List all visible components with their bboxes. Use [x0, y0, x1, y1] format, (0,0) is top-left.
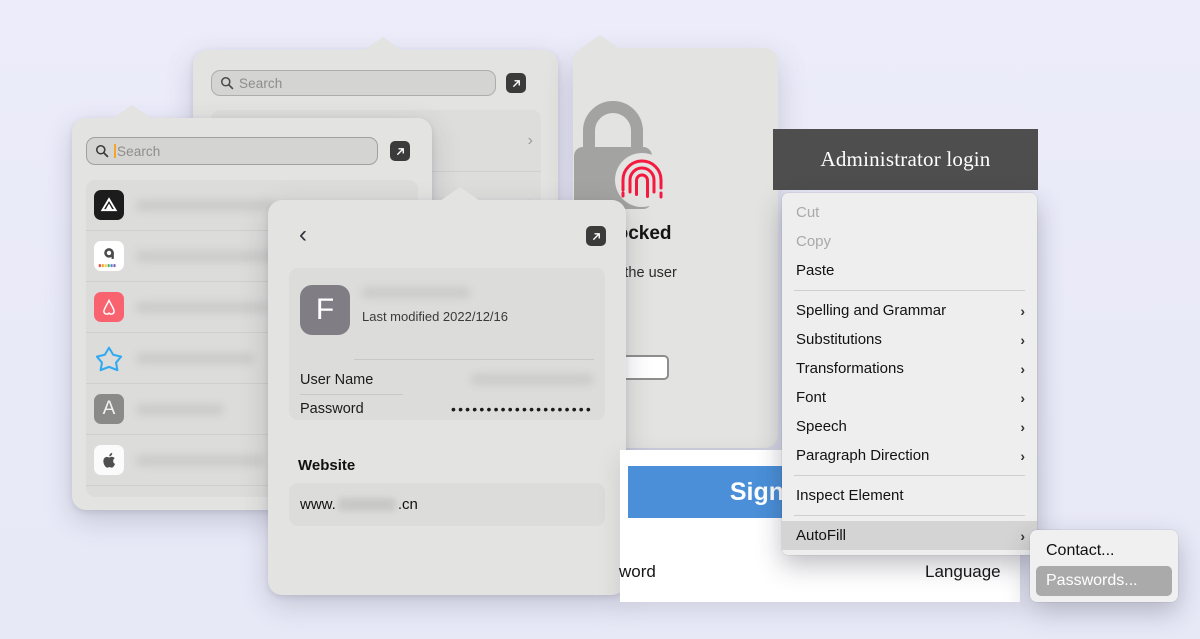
menu-item-font[interactable]: Font › — [782, 383, 1037, 412]
chevron-right-icon: › — [1020, 360, 1025, 377]
menu-separator — [794, 515, 1025, 516]
menu-item-transformations[interactable]: Transformations › — [782, 354, 1037, 383]
last-modified-text: Last modified 2022/12/16 — [362, 309, 508, 324]
popover-notch — [112, 105, 152, 119]
back-search-placeholder: Search — [239, 75, 283, 91]
chevron-right-icon: › — [1020, 389, 1025, 406]
popover-notch — [363, 37, 403, 51]
menu-item-label: Paste — [796, 262, 835, 279]
divider — [300, 394, 403, 395]
administrator-login-title: Administrator login — [820, 147, 991, 171]
sign-button[interactable]: Sign — [628, 466, 790, 518]
website-prefix: www. — [300, 496, 336, 513]
autofill-submenu: Contact... Passwords... — [1030, 530, 1178, 602]
list-search-row: Search — [86, 137, 426, 165]
menu-item-autofill[interactable]: AutoFill › — [782, 521, 1037, 550]
field-label: User Name — [300, 371, 374, 388]
submenu-item-label: Contact... — [1046, 542, 1115, 559]
dark-app-icon — [94, 496, 124, 497]
website-field[interactable]: www. .cn — [289, 483, 605, 526]
chevron-right-icon: › — [1020, 331, 1025, 348]
language-label: Language — [925, 562, 1001, 581]
website-suffix: .cn — [397, 496, 418, 513]
context-menu: Cut Copy Paste Spelling and Grammar › Su… — [782, 193, 1037, 555]
submenu-item-contact[interactable]: Contact... — [1036, 536, 1172, 566]
menu-item-inspect-element[interactable]: Inspect Element — [782, 481, 1037, 510]
back-search-input[interactable]: Search — [211, 70, 496, 96]
submenu-item-label: Passwords... — [1046, 572, 1138, 589]
chevron-right-icon: › — [1020, 302, 1025, 319]
detail-title-redacted — [362, 287, 470, 298]
menu-item-label: Transformations — [796, 360, 904, 377]
lock-with-fingerprint-icon — [574, 101, 668, 209]
administrator-login-titlebar: Administrator login — [773, 129, 1038, 190]
open-external-icon[interactable] — [506, 73, 526, 93]
field-label: Password — [300, 401, 364, 417]
password-detail-popover: ‹ F Last modified 2022/12/16 User Name P… — [268, 187, 626, 595]
menu-item-label: Cut — [796, 204, 820, 221]
avatar: F — [300, 285, 350, 335]
detail-back-button[interactable]: ‹ — [290, 222, 316, 248]
field-row-username[interactable]: User Name — [300, 366, 595, 393]
search-icon — [221, 77, 234, 90]
menu-item-speech[interactable]: Speech › — [782, 412, 1037, 441]
apple-app-icon — [94, 445, 124, 475]
airbnb-app-icon — [94, 292, 124, 322]
divider — [354, 359, 594, 360]
menu-item-label: Substitutions — [796, 331, 882, 348]
menu-item-copy[interactable]: Copy — [782, 227, 1037, 256]
field-row-password[interactable]: Password •••••••••••••••••••• — [300, 396, 595, 422]
menu-item-cut[interactable]: Cut — [782, 198, 1037, 227]
password-label-fragment: word — [619, 562, 656, 581]
text-caret — [114, 144, 116, 158]
website-section-label: Website — [298, 457, 356, 474]
menu-item-paste[interactable]: Paste — [782, 256, 1037, 285]
menu-item-label: Speech — [796, 418, 847, 435]
menu-item-label: Paragraph Direction — [796, 447, 930, 464]
sign-button-label: Sign — [729, 477, 784, 506]
chevron-right-icon: › — [1020, 447, 1025, 464]
chevron-right-icon: › — [1020, 527, 1025, 544]
amazon-app-icon — [94, 241, 124, 271]
menu-separator — [794, 290, 1025, 291]
menu-item-label: Font — [796, 389, 827, 406]
open-external-icon[interactable] — [586, 226, 606, 246]
website-redacted — [337, 498, 396, 511]
chevron-right-icon: › — [527, 131, 533, 149]
menu-item-label: Inspect Element — [796, 487, 904, 504]
detail-credentials-group: F Last modified 2022/12/16 User Name Pas… — [289, 268, 605, 420]
chevron-left-icon: ‹ — [299, 221, 307, 248]
field-value-password: •••••••••••••••••••• — [450, 401, 593, 417]
menu-item-label: Copy — [796, 233, 832, 250]
submenu-item-passwords[interactable]: Passwords... — [1036, 566, 1172, 596]
menu-item-label: Spelling and Grammar — [796, 302, 947, 319]
search-input[interactable]: Search — [86, 137, 378, 165]
popover-notch — [580, 35, 620, 49]
menu-item-substitutions[interactable]: Substitutions › — [782, 325, 1037, 354]
menu-separator — [794, 475, 1025, 476]
search-icon — [95, 144, 109, 158]
menu-item-spelling-and-grammar[interactable]: Spelling and Grammar › — [782, 296, 1037, 325]
search-placeholder: Search — [117, 143, 161, 159]
field-value-redacted — [471, 374, 593, 385]
affinity-app-icon — [94, 190, 124, 220]
star-outline-icon — [94, 343, 124, 373]
letter-a-app-icon: A — [94, 394, 124, 424]
chevron-right-icon: › — [1020, 418, 1025, 435]
menu-item-label: AutoFill — [796, 527, 847, 544]
avatar-letter: F — [315, 293, 335, 326]
screenshot-stage: Search › › — [0, 0, 1200, 639]
back-search-row: Search — [211, 70, 541, 96]
menu-item-paragraph-direction[interactable]: Paragraph Direction › — [782, 441, 1037, 470]
open-external-icon[interactable] — [390, 141, 410, 161]
